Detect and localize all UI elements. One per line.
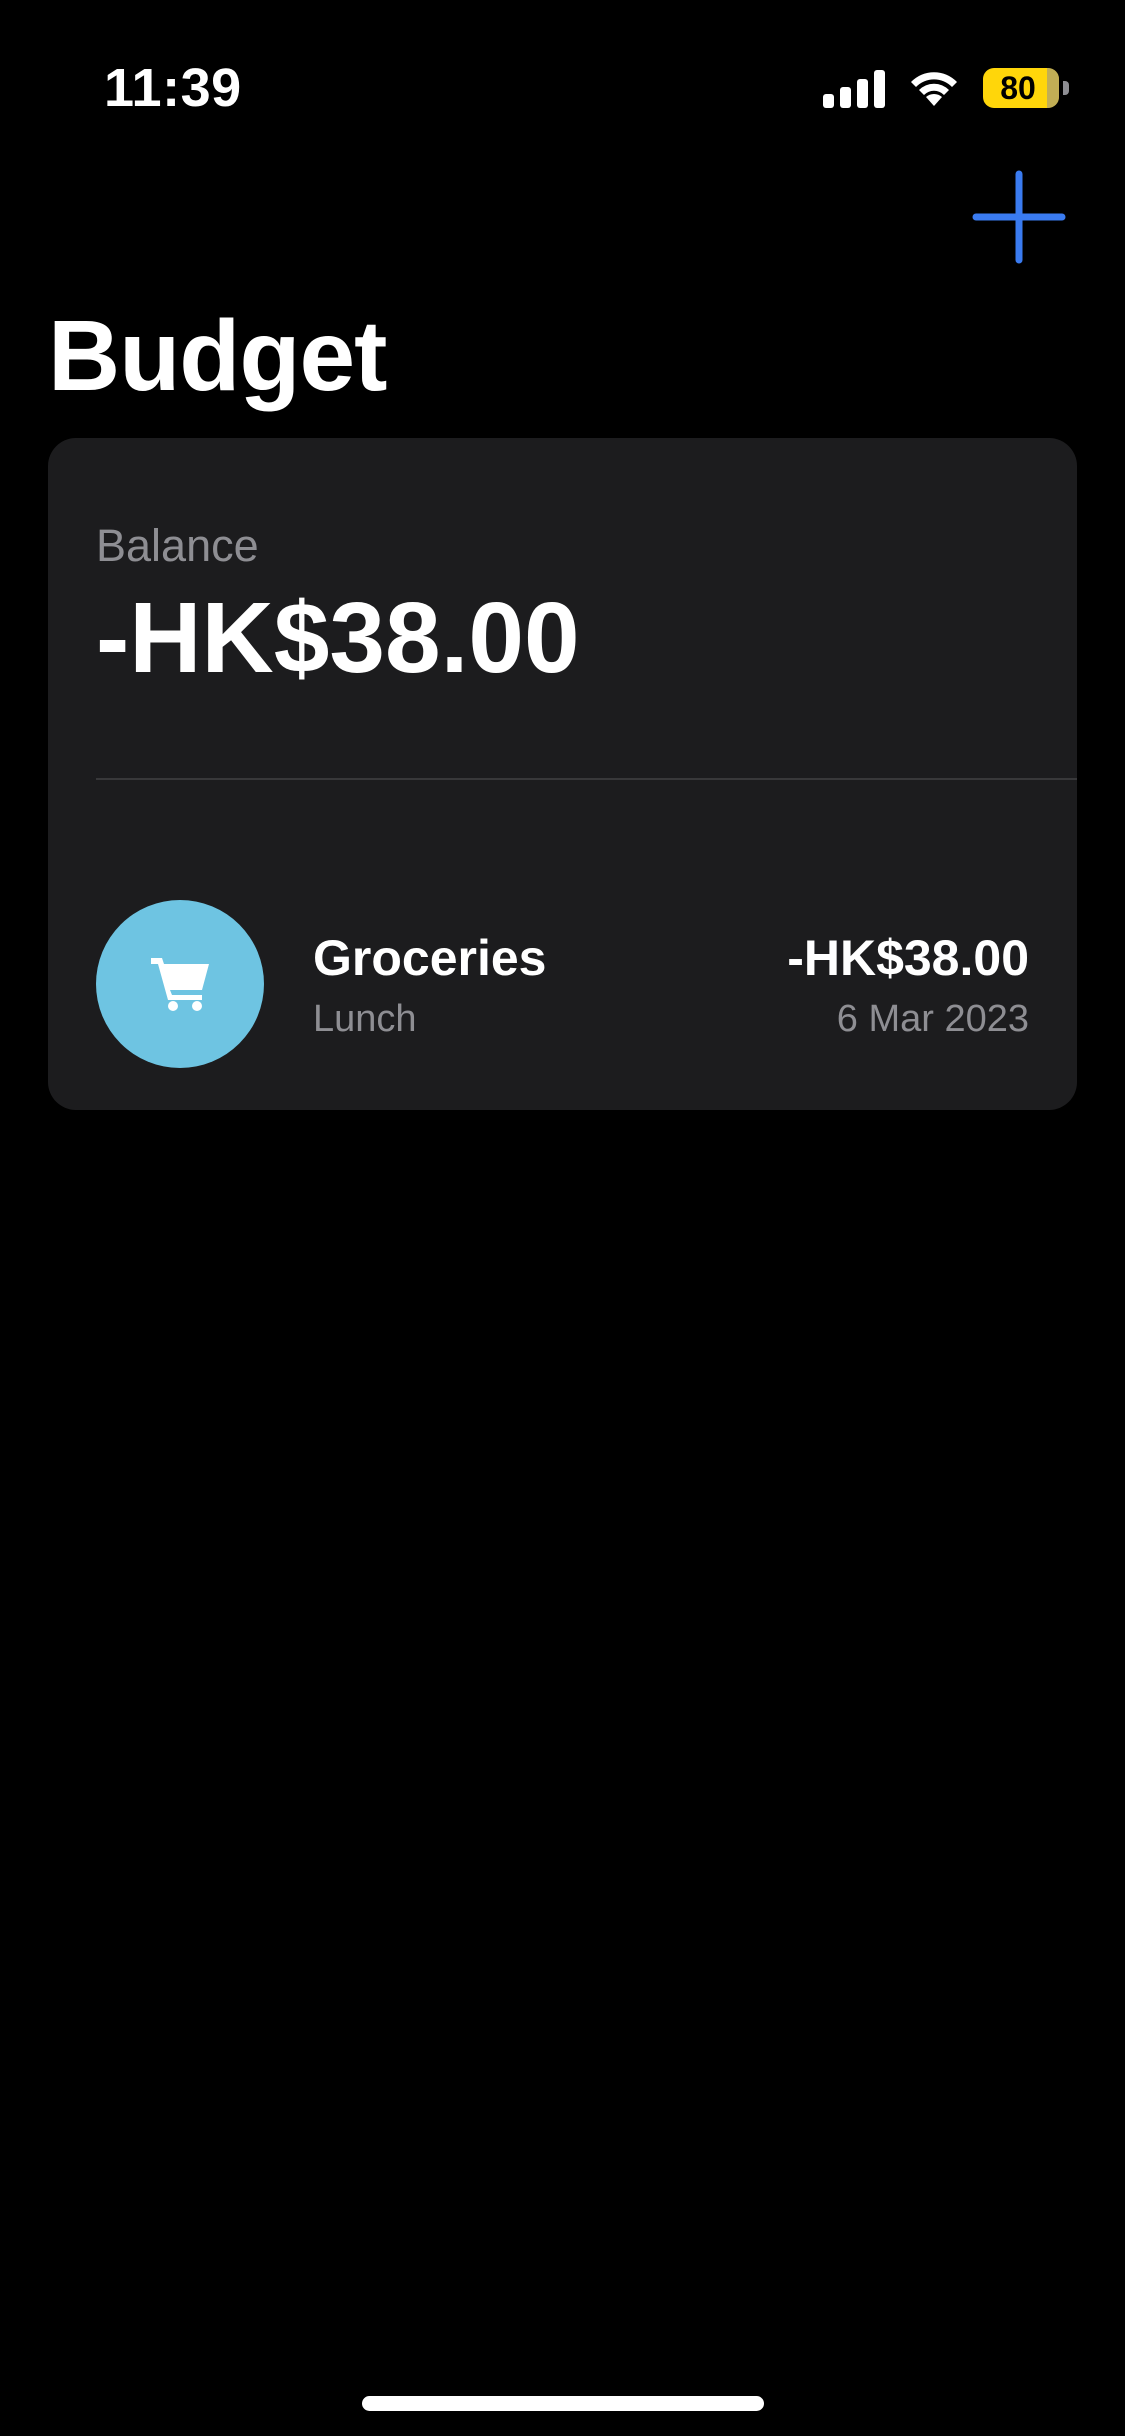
home-indicator[interactable]	[362, 2396, 764, 2411]
wifi-icon	[907, 68, 961, 108]
cellular-signal-icon	[823, 68, 885, 108]
battery-nub	[1063, 81, 1069, 95]
battery-level: 80	[1000, 69, 1036, 106]
status-indicators: 80	[823, 64, 1069, 112]
transaction-row[interactable]: Groceries Lunch -HK$38.00 6 Mar 2023	[48, 780, 1077, 1110]
balance-amount: -HK$38.00	[96, 582, 580, 694]
transaction-date: 6 Mar 2023	[836, 998, 1029, 1040]
battery-icon: 80	[983, 68, 1059, 108]
status-time: 11:39	[104, 58, 242, 118]
page-title: Budget	[48, 300, 387, 412]
transaction-category: Groceries	[313, 930, 547, 986]
plus-icon	[972, 170, 1066, 264]
status-bar: 11:39 80	[0, 0, 1125, 150]
transaction-amount: -HK$38.00	[787, 930, 1029, 986]
transaction-note: Lunch	[313, 998, 417, 1040]
balance-label: Balance	[96, 520, 259, 571]
balance-card: Balance -HK$38.00 Groceries Lunch -HK$38…	[48, 438, 1077, 1110]
category-avatar	[96, 900, 264, 1068]
add-button[interactable]	[972, 170, 1066, 264]
shopping-cart-icon	[151, 958, 209, 1011]
